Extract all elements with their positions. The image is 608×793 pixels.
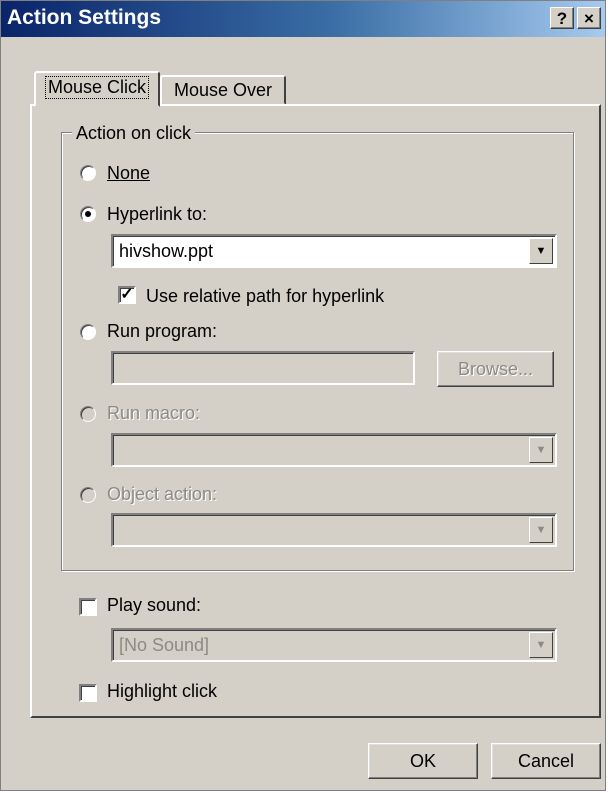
tab-label: Mouse Click (44, 76, 150, 99)
close-button[interactable]: × (577, 7, 601, 29)
tab-mouse-click[interactable]: Mouse Click (34, 71, 160, 107)
tab-mouse-over[interactable]: Mouse Over (160, 75, 286, 105)
tab-label: Mouse Over (173, 80, 273, 100)
cancel-button[interactable]: Cancel (491, 743, 601, 779)
ok-button[interactable]: OK (368, 743, 478, 779)
action-settings-dialog: Action Settings ? × Mouse Click Mouse Ov… (0, 0, 606, 791)
tab-panel (30, 104, 601, 718)
dialog-title: Action Settings (7, 6, 162, 29)
help-button[interactable]: ? (550, 7, 574, 29)
title-bar[interactable]: Action Settings ? × (1, 1, 605, 37)
